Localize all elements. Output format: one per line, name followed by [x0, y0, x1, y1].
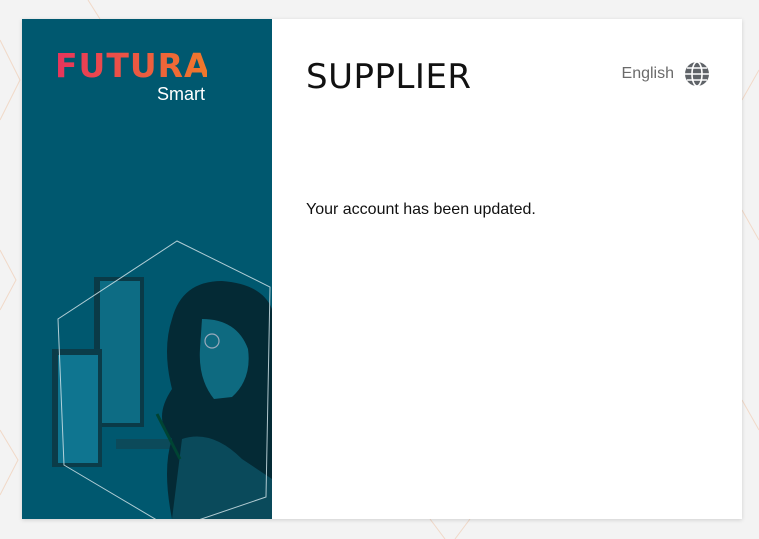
brand-logo: FUTURA Smart	[55, 47, 207, 104]
side-panel: FUTURA Smart	[22, 19, 272, 519]
brand-subtitle: Smart	[156, 84, 205, 104]
brand-wordmark: FUTURA	[55, 47, 207, 83]
status-message: Your account has been updated.	[306, 201, 536, 218]
main-panel: SUPPLIER English Your account has been u…	[272, 19, 742, 519]
language-selector[interactable]: English	[622, 61, 710, 87]
page-title: SUPPLIER	[306, 57, 472, 97]
language-label: English	[621, 65, 674, 82]
brand-name: FUTURA	[55, 47, 207, 83]
login-card: FUTURA Smart SUPPLIER English Your accou…	[22, 19, 742, 519]
globe-icon	[685, 61, 709, 87]
